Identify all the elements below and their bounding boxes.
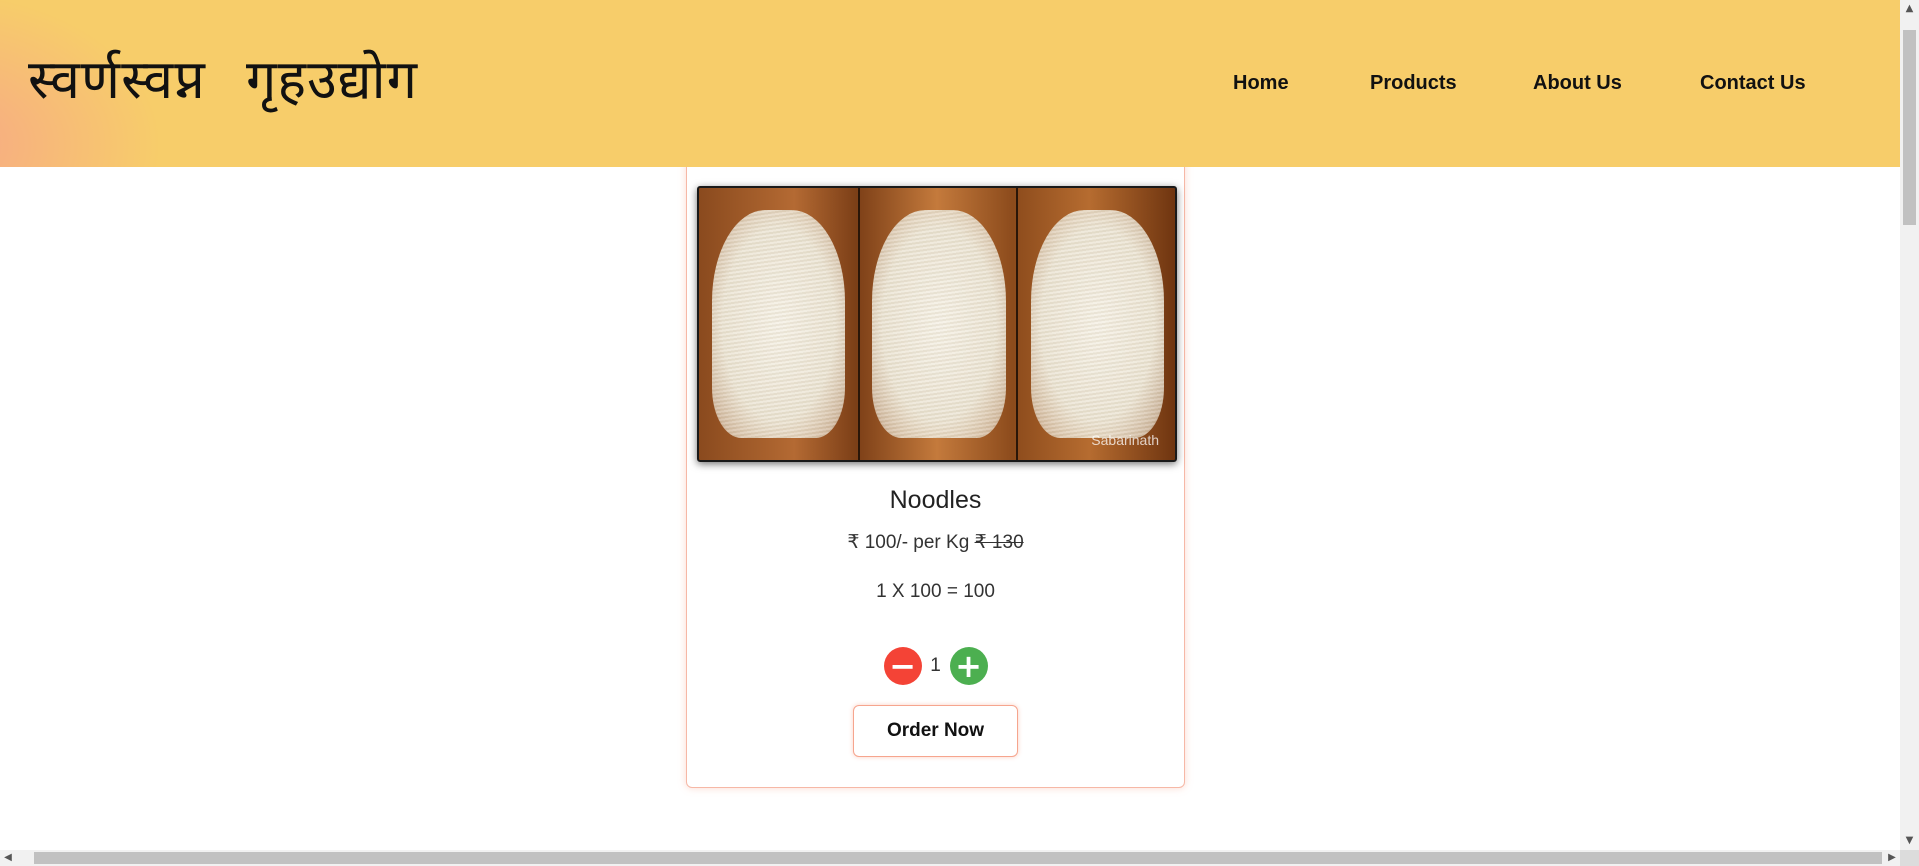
decrement-button[interactable]: −: [883, 647, 922, 685]
noodle-bundle: [1030, 209, 1165, 439]
nav-about-link[interactable]: About Us: [1533, 72, 1622, 95]
horizontal-scrollbar[interactable]: ◀ ▶: [0, 850, 1900, 866]
nav-products-link[interactable]: Products: [1370, 72, 1457, 95]
increment-button[interactable]: +: [949, 647, 988, 685]
order-now-button[interactable]: Order Now: [853, 705, 1018, 757]
nav-contact-link[interactable]: Contact Us: [1700, 72, 1806, 95]
image-watermark: Sabarinath: [1091, 432, 1159, 448]
quantity-value: 1: [930, 655, 941, 676]
vertical-scrollbar[interactable]: ▲ ▼: [1900, 0, 1919, 850]
price-line: ₹ 100/- per Kg ₹ 130: [687, 531, 1184, 554]
current-price: ₹ 100/- per Kg: [847, 532, 970, 553]
product-card: Sabarinath Noodles ₹ 100/- per Kg ₹ 130 …: [686, 150, 1185, 788]
order-total: 1 X 100 = 100: [876, 581, 995, 602]
scroll-left-icon[interactable]: ◀: [0, 850, 16, 866]
site-header: स्वर्णस्वप्न गृहउद्योग Home Products Abo…: [0, 0, 1900, 167]
noodle-bundle: [872, 209, 1006, 439]
image-panel: [699, 188, 858, 460]
old-price: ₹ 130: [974, 532, 1024, 553]
main-nav: Home Products About Us Contact Us: [0, 72, 1900, 102]
scroll-right-icon[interactable]: ▶: [1884, 850, 1900, 866]
product-name: Noodles: [889, 486, 982, 514]
image-panel: [857, 188, 1019, 460]
image-panel: [1016, 188, 1175, 460]
scroll-down-icon[interactable]: ▼: [1900, 832, 1919, 850]
vertical-scroll-thumb[interactable]: [1903, 30, 1916, 225]
scrollbar-corner: [1900, 850, 1919, 866]
nav-home-link[interactable]: Home: [1233, 72, 1289, 95]
quantity-stepper: − 1 +: [687, 647, 1184, 685]
product-image: Sabarinath: [697, 186, 1177, 462]
horizontal-scroll-thumb[interactable]: [34, 852, 1882, 864]
noodle-bundle: [711, 209, 845, 439]
scroll-up-icon[interactable]: ▲: [1900, 0, 1919, 18]
